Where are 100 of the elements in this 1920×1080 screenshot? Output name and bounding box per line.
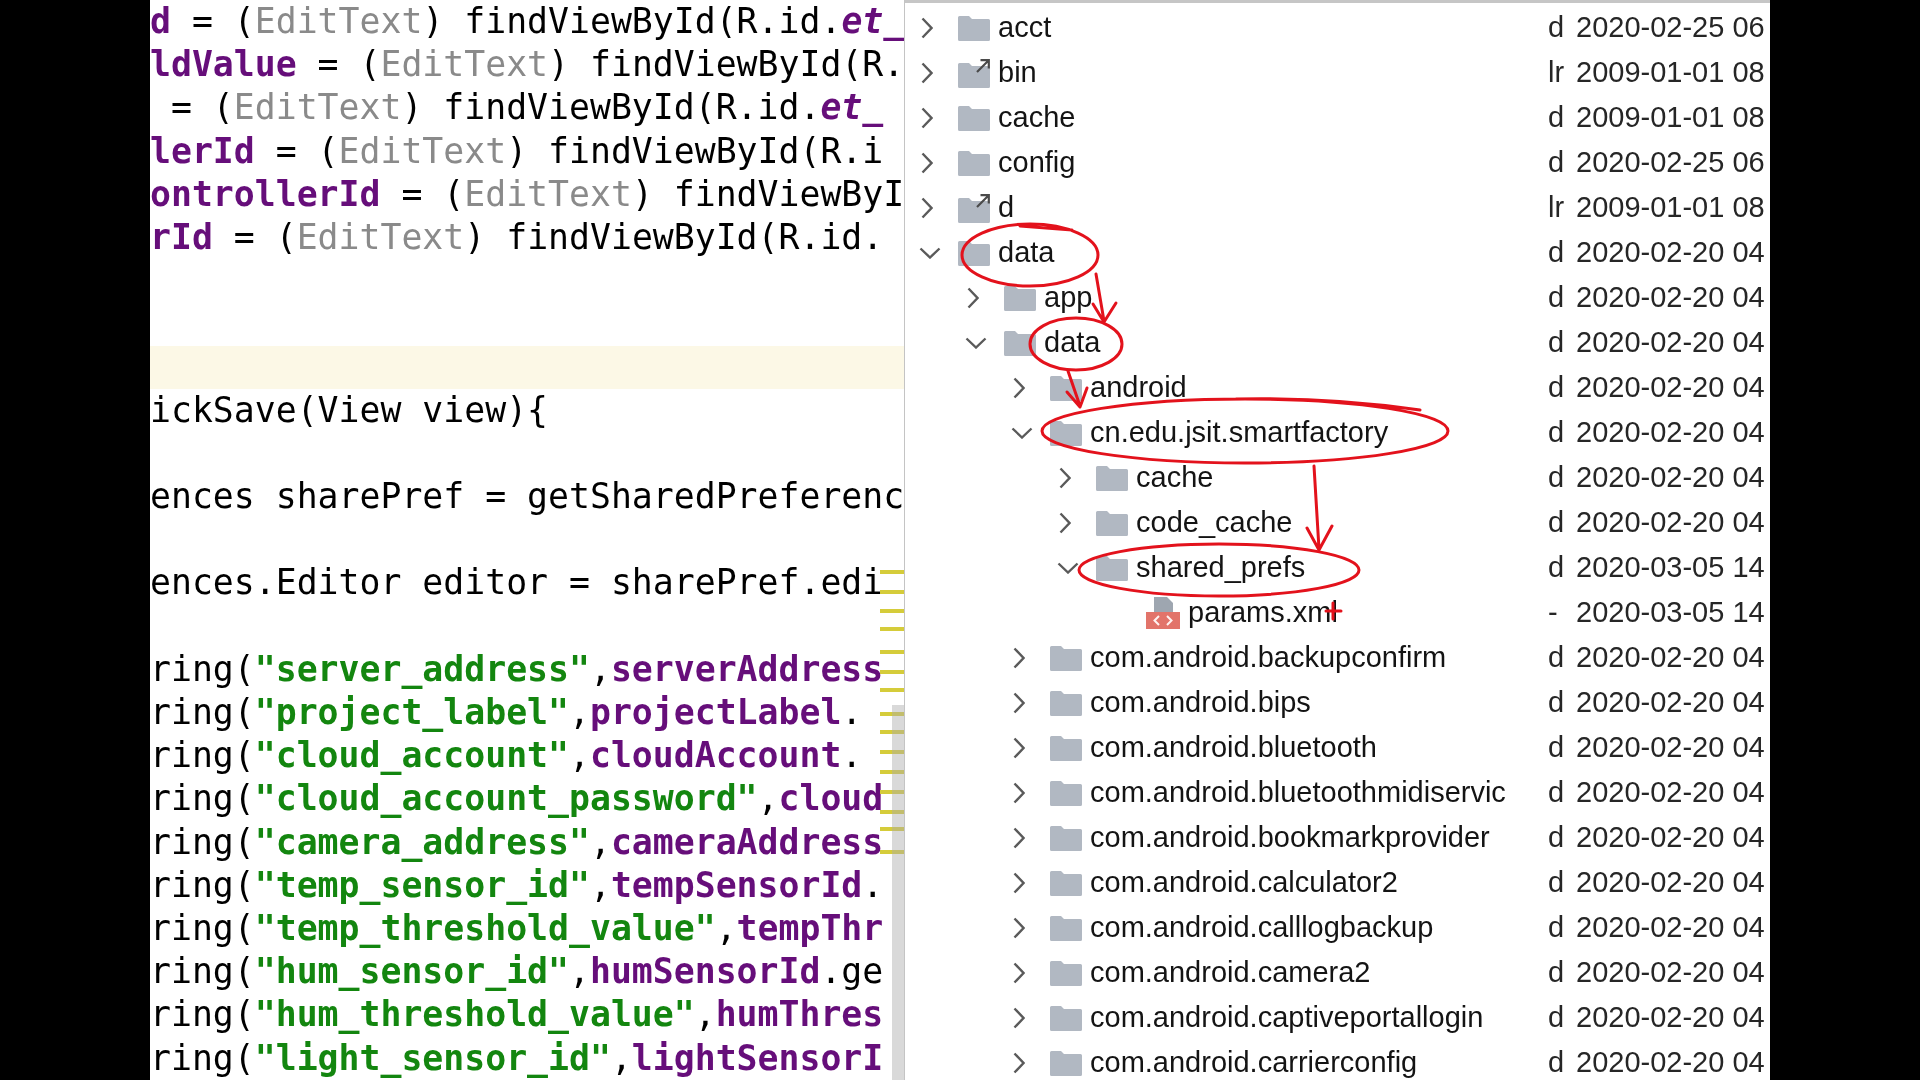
folder-icon [1050,959,1082,986]
type-flag-text: d [1548,145,1565,180]
chevron-right-icon[interactable] [1013,736,1025,759]
chevron-right-icon[interactable] [1013,871,1025,894]
warning-marker-icon[interactable] [880,712,904,716]
date-text: 2020-03-05 14 [1576,550,1765,585]
chevron-down-icon[interactable] [1011,426,1033,439]
folder-icon [1096,509,1128,536]
folder-name[interactable]: android [1090,365,1187,410]
date-text: 2020-02-25 06 [1576,145,1765,180]
folder-name[interactable]: acct [998,5,1052,50]
type-flag-text: d [1548,415,1565,450]
warning-marker-icon[interactable] [880,750,904,754]
code-line: ences.Editor editor = sharePref.edi [150,561,884,605]
type-flag-text: d [1548,100,1565,135]
date-text: 2020-02-20 04 [1576,640,1765,675]
chevron-right-icon[interactable] [921,151,933,174]
type-flag-text: lr [1548,190,1565,225]
folder-name[interactable]: com.android.bookmarkprovider [1090,815,1490,860]
folder-icon [1004,329,1036,356]
code-line: ences sharePref = getSharedPreferenc [150,475,904,519]
chevron-down-icon[interactable] [965,336,987,349]
folder-shortcut-icon [958,57,990,88]
code-line: d = (EditText) findViewById(R.id.et_ [150,0,904,43]
folder-name[interactable]: data [1044,320,1101,365]
folder-name[interactable]: com.android.bluetooth [1090,725,1377,770]
chevron-right-icon[interactable] [921,196,933,219]
chevron-right-icon[interactable] [1013,826,1025,849]
warning-marker-icon[interactable] [880,670,904,674]
type-flag-text: d [1548,910,1565,945]
folder-icon [1050,1004,1082,1031]
code-line: ldValue = (EditText) findViewById(R. [150,43,904,87]
chevron-right-icon[interactable] [1013,376,1025,399]
warning-marker-icon[interactable] [880,730,904,734]
folder-name[interactable]: com.android.bluetoothmidiservic [1090,770,1506,815]
warning-marker-icon[interactable] [880,627,904,631]
folder-name[interactable]: com.android.calllogbackup [1090,905,1434,950]
code-line: = (EditText) findViewById(R.id.et_ [169,86,884,130]
chevron-right-icon[interactable] [1013,916,1025,939]
chevron-right-icon[interactable] [921,16,933,39]
chevron-right-icon[interactable] [1013,1006,1025,1029]
folder-name[interactable]: d [998,185,1015,230]
chevron-right-icon[interactable] [1059,466,1071,489]
warning-marker-icon[interactable] [880,790,904,794]
scrollbar-thumb[interactable] [892,705,904,1080]
folder-icon [1096,554,1128,581]
folder-name[interactable]: cache [998,95,1076,140]
folder-name[interactable]: com.android.bips [1090,680,1311,725]
chevron-right-icon[interactable] [967,286,979,309]
code-line: ring("temp_threshold_value",tempThr [150,906,884,950]
folder-icon [958,14,990,41]
date-text: 2009-01-01 08 [1576,55,1765,90]
date-text: 2020-02-20 04 [1576,775,1765,810]
type-flag-text: d [1548,280,1565,315]
warning-marker-icon[interactable] [880,590,904,594]
type-flag-text: d [1548,955,1565,990]
type-flag-text: d [1548,775,1565,810]
warning-marker-icon[interactable] [880,570,904,574]
folder-name[interactable]: cache [1136,455,1214,500]
chevron-down-icon[interactable] [919,246,941,259]
chevron-down-icon[interactable] [1057,561,1079,574]
folder-name[interactable]: config [998,140,1076,185]
warning-marker-icon[interactable] [880,850,904,854]
warning-marker-icon[interactable] [880,827,904,831]
chevron-right-icon[interactable] [1013,691,1025,714]
date-text: 2020-02-20 04 [1576,325,1765,360]
warning-marker-icon[interactable] [880,609,904,613]
folder-name[interactable]: com.android.captiveportallogin [1090,995,1484,1040]
date-text: 2020-02-20 04 [1576,955,1765,990]
date-text: 2020-02-20 04 [1576,1045,1765,1080]
chevron-right-icon[interactable] [1013,1051,1025,1074]
folder-name[interactable]: com.android.carrierconfig [1090,1040,1418,1080]
folder-icon [1050,1049,1082,1076]
type-flag-text: d [1548,235,1565,270]
folder-name[interactable]: app [1044,275,1093,320]
code-line: lerId = (EditText) findViewById(R.i [150,129,884,173]
warning-marker-icon[interactable] [880,770,904,774]
chevron-right-icon[interactable] [921,106,933,129]
chevron-right-icon[interactable] [921,61,933,84]
hand-drawn-arrow [1065,369,1089,409]
folder-name[interactable]: cn.edu.jsit.smartfactory [1090,410,1389,455]
chevron-right-icon[interactable] [1013,646,1025,669]
folder-name[interactable]: bin [998,50,1037,95]
folder-name[interactable]: shared_prefs [1136,545,1306,590]
folder-name[interactable]: com.android.camera2 [1090,950,1371,995]
hand-drawn-arrow [1091,272,1118,324]
folder-name[interactable]: data [998,230,1055,275]
chevron-right-icon[interactable] [1059,511,1071,534]
type-flag-text: d [1548,685,1565,720]
chevron-right-icon[interactable] [1013,781,1025,804]
folder-name[interactable]: com.android.backupconfirm [1090,635,1447,680]
code-line: ring("cloud_account_password",cloud [150,777,884,821]
type-flag-text: lr [1548,55,1565,90]
warning-marker-icon[interactable] [880,810,904,814]
folder-name[interactable]: code_cache [1136,500,1293,545]
warning-marker-icon[interactable] [880,688,904,692]
folder-icon [1004,284,1036,311]
folder-name[interactable]: com.android.calculator2 [1090,860,1398,905]
chevron-right-icon[interactable] [1013,961,1025,984]
warning-marker-icon[interactable] [880,650,904,654]
